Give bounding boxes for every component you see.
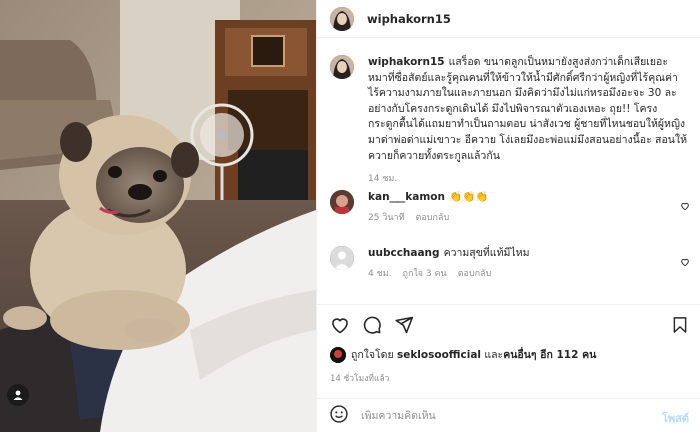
comment-icon[interactable]: [362, 315, 382, 335]
user-tag-icon[interactable]: [7, 384, 29, 406]
share-icon[interactable]: [394, 315, 414, 335]
avatar: [330, 346, 346, 363]
comment-text: ความสุขที่แท้มีไหม: [443, 247, 530, 259]
like-comment-heart-icon[interactable]: [680, 196, 690, 215]
heart-icon[interactable]: [330, 315, 350, 335]
post-panel: wiphakorn15 wiphakorn15 แสร็อด ขนาดลูกเป็…: [316, 0, 700, 432]
caption-username[interactable]: wiphakorn15: [368, 56, 445, 68]
reply-button[interactable]: ตอบกลับ: [458, 269, 492, 279]
comment-item: uubcchaang ความสุขที่แท้มีไหม 4 ชม. ถูกใจ …: [330, 246, 690, 280]
comment-time[interactable]: 25 วินาที: [368, 213, 405, 223]
emoji-icon[interactable]: [329, 404, 349, 428]
avatar[interactable]: [330, 6, 354, 31]
comment-username[interactable]: uubcchaang: [368, 247, 440, 259]
likes-text: ถูกใจโดย seklosoofficial และคนอื่นๆ อีก …: [351, 346, 596, 363]
likes-others[interactable]: คนอื่นๆ อีก 112 คน: [503, 349, 596, 361]
comment-username[interactable]: kan___kamon: [368, 191, 445, 203]
avatar[interactable]: [330, 190, 354, 214]
avatar[interactable]: [330, 55, 354, 79]
caption-time[interactable]: 14 ชม.: [368, 171, 688, 185]
comment-bar: โพสต์: [317, 398, 700, 432]
posted-ago[interactable]: 14 ชั่วโมงที่แล้ว: [330, 371, 389, 385]
likes-first-user[interactable]: seklosoofficial: [397, 349, 481, 361]
comment-likes[interactable]: ถูกใจ 3 คน: [403, 269, 447, 279]
post-header: wiphakorn15: [317, 0, 700, 38]
likes-connector: และ: [484, 349, 504, 361]
post-actions: [317, 304, 700, 344]
header-username[interactable]: wiphakorn15: [367, 12, 451, 26]
caption-text: แสร็อด ขนาดลูกเป็นหมายังสูงส่งกว่าเด็กเส…: [368, 56, 687, 162]
like-comment-heart-icon[interactable]: [680, 252, 690, 271]
comment-text: 👏👏👏: [449, 191, 489, 203]
comment-input[interactable]: [361, 409, 651, 422]
post-photo[interactable]: [0, 0, 316, 432]
pug-photo: [0, 0, 316, 432]
comment-time[interactable]: 4 ชม.: [368, 269, 392, 279]
likes-prefix: ถูกใจโดย: [351, 349, 394, 361]
comment-item: kan___kamon 👏👏👏 25 วินาที ตอบกลับ: [330, 190, 690, 224]
avatar[interactable]: [330, 246, 354, 270]
post-caption: wiphakorn15 แสร็อด ขนาดลูกเป็นหมายังสูงส่…: [330, 55, 690, 185]
comments-scroll-area[interactable]: wiphakorn15 แสร็อด ขนาดลูกเป็นหมายังสูงส่…: [317, 38, 700, 304]
bookmark-icon[interactable]: [671, 316, 689, 338]
likes-summary[interactable]: ถูกใจโดย seklosoofficial และคนอื่นๆ อีก …: [330, 346, 596, 363]
reply-button[interactable]: ตอบกลับ: [416, 213, 450, 223]
post-comment-button[interactable]: โพสต์: [662, 409, 689, 427]
